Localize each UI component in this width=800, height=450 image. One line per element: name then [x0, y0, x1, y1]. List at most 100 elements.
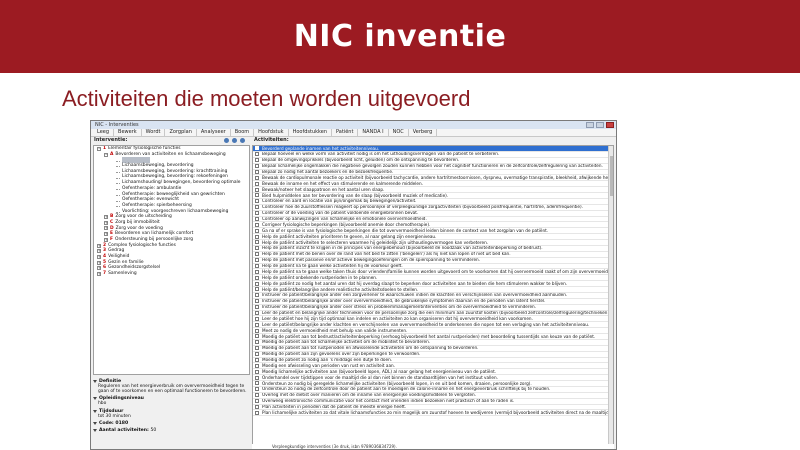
activity-text: Bied hulpmiddelen aan ter bevordering va… [262, 193, 449, 198]
activity-checkbox[interactable] [255, 404, 259, 409]
activity-checkbox[interactable] [255, 322, 259, 327]
menu-item[interactable]: Verberg [409, 129, 438, 136]
activity-checkbox[interactable] [255, 146, 259, 151]
expand-icon[interactable]: + [104, 237, 108, 242]
activity-checkbox[interactable] [255, 181, 259, 186]
close-button[interactable] [606, 122, 614, 128]
chevron-down-icon[interactable] [93, 409, 97, 413]
activity-checkbox[interactable] [255, 328, 259, 333]
activity-checkbox[interactable] [255, 158, 259, 163]
activity-row[interactable]: Plan lichamelijke activiteiten zo dat vi… [253, 410, 613, 417]
menu-item[interactable]: Hoofdstuk [254, 129, 289, 136]
expand-icon[interactable]: + [97, 271, 101, 276]
activity-checkbox[interactable] [255, 152, 259, 157]
menu-item[interactable]: NANDA I [358, 129, 389, 136]
nic-app-window: NIC - Interventies Leeg Bewerk Wordt Zorgpl… [90, 120, 617, 450]
activity-checkbox[interactable] [255, 299, 259, 304]
expand-icon[interactable]: + [104, 215, 108, 220]
activity-text: Controleer of de voeding van de patiënt … [262, 210, 419, 216]
activity-checkbox[interactable] [255, 234, 259, 239]
menu-item[interactable]: Leeg [93, 129, 115, 136]
chevron-down-icon[interactable] [93, 397, 97, 401]
duration-heading: Tijdsduur [99, 408, 124, 414]
activity-checkbox[interactable] [255, 228, 259, 233]
activity-checkbox[interactable] [255, 357, 259, 362]
interventions-label: Interventie: [94, 137, 128, 143]
menu-item[interactable]: Boom [231, 129, 255, 136]
activity-checkbox[interactable] [255, 164, 259, 169]
activity-checkbox[interactable] [255, 410, 259, 415]
search-icon[interactable] [240, 138, 245, 143]
activity-checkbox[interactable] [255, 293, 259, 298]
activity-checkbox[interactable] [255, 199, 259, 204]
activity-checkbox[interactable] [255, 263, 259, 268]
activities-list[interactable]: Bevorderd geplande inamen van het activi… [252, 145, 614, 449]
expand-icon[interactable]: + [97, 266, 101, 271]
activity-text: Moedig de patiënt aan zijn gevoelens ove… [262, 351, 421, 357]
activity-checkbox[interactable] [255, 258, 259, 263]
menu-item[interactable]: Bewerk [114, 129, 142, 136]
expand-icon[interactable]: + [104, 226, 108, 231]
activity-checkbox[interactable] [255, 216, 259, 221]
tree-item-code: 7 [103, 271, 107, 277]
expand-icon[interactable]: + [104, 232, 108, 237]
activity-checkbox[interactable] [255, 352, 259, 357]
activity-checkbox[interactable] [255, 387, 259, 392]
intervention-tree[interactable]: −1 Elementair fysiologische functies − A Bev… [93, 145, 250, 375]
menu-bar: Leeg Bewerk Wordt Zorgplan Analyseer Boom Hoof… [91, 129, 616, 137]
menu-item[interactable]: NOC [389, 129, 409, 136]
menu-item[interactable]: Patiënt [332, 129, 359, 136]
activity-checkbox[interactable] [255, 275, 259, 280]
activity-checkbox[interactable] [255, 375, 259, 380]
activities-scrollbar[interactable] [608, 146, 613, 448]
activity-checkbox[interactable] [255, 252, 259, 257]
print-icon[interactable] [224, 138, 229, 143]
activity-checkbox[interactable] [255, 240, 259, 245]
activity-checkbox[interactable] [255, 175, 259, 180]
chevron-down-icon[interactable] [93, 421, 97, 425]
tree-connector [116, 199, 120, 202]
activity-checkbox[interactable] [255, 340, 259, 345]
activity-checkbox[interactable] [255, 193, 259, 198]
expand-icon[interactable]: + [104, 220, 108, 225]
activity-checkbox[interactable] [255, 211, 259, 216]
activity-checkbox[interactable] [255, 399, 259, 404]
expand-icon[interactable]: + [97, 249, 101, 254]
maximize-button[interactable] [596, 122, 604, 128]
activity-checkbox[interactable] [255, 334, 259, 339]
activity-checkbox[interactable] [255, 346, 259, 351]
activity-checkbox[interactable] [255, 205, 259, 210]
tree-item-code: 1 [103, 146, 107, 151]
activity-checkbox[interactable] [255, 169, 259, 174]
activity-checkbox[interactable] [255, 287, 259, 292]
expand-icon[interactable]: + [97, 243, 101, 248]
activity-checkbox[interactable] [255, 269, 259, 274]
chevron-down-icon[interactable] [93, 428, 97, 432]
menu-item[interactable]: Wordt [142, 129, 166, 136]
zoom-in-icon[interactable] [232, 138, 237, 143]
tree-item[interactable]: − A Bevorderen van activiteiten en lichaam… [94, 152, 249, 158]
activity-checkbox[interactable] [255, 281, 259, 286]
chevron-down-icon[interactable] [93, 380, 97, 383]
minimize-button[interactable] [586, 122, 594, 128]
activity-checkbox[interactable] [255, 393, 259, 398]
activity-checkbox[interactable] [255, 246, 259, 251]
collapse-icon[interactable]: − [104, 152, 108, 157]
menu-item[interactable]: Hoofdstukken [289, 129, 332, 136]
expand-icon[interactable]: + [97, 260, 101, 265]
activity-checkbox[interactable] [255, 369, 259, 374]
activity-checkbox[interactable] [255, 363, 259, 368]
activity-checkbox[interactable] [255, 305, 259, 310]
menu-item[interactable]: Analyseer [197, 129, 231, 136]
menu-item[interactable]: Zorgplan [165, 129, 197, 136]
slide-subtitle: Activiteiten die moeten worden uitgevoer… [62, 86, 471, 111]
activity-checkbox[interactable] [255, 222, 259, 227]
collapse-icon[interactable]: − [97, 146, 101, 151]
tree-item[interactable]: +7 Samenleving [94, 271, 249, 277]
activity-text: Controleer en aard en locatie van pijn/o… [262, 198, 417, 204]
activity-checkbox[interactable] [255, 310, 259, 315]
activity-checkbox[interactable] [255, 316, 259, 321]
expand-icon[interactable]: + [97, 254, 101, 259]
activity-checkbox[interactable] [255, 187, 259, 192]
activity-checkbox[interactable] [255, 381, 259, 386]
